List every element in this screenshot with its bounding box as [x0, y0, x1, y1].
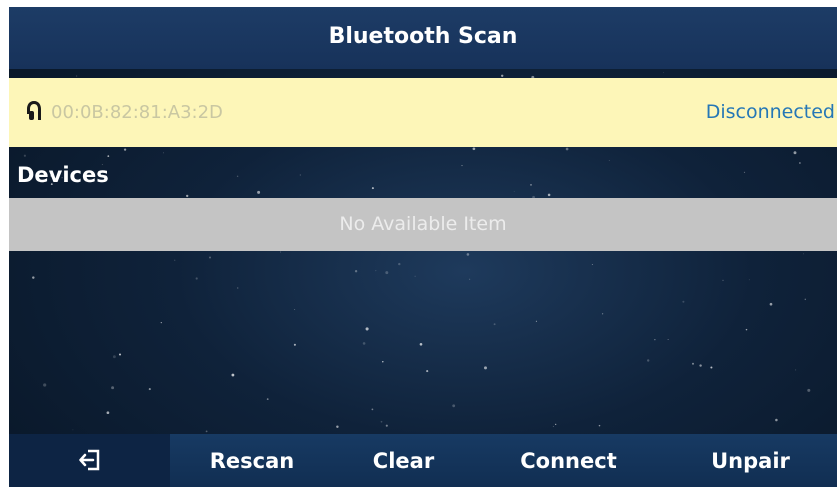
- star: [513, 190, 515, 192]
- star: [552, 425, 554, 428]
- star: [663, 72, 665, 74]
- star: [160, 322, 162, 324]
- star: [608, 160, 610, 161]
- star: [208, 256, 212, 259]
- star: [336, 425, 339, 428]
- star: [682, 300, 685, 303]
- connection-status: Disconnected: [705, 101, 835, 123]
- star: [530, 184, 532, 186]
- page-title: Bluetooth Scan: [9, 7, 837, 69]
- star: [501, 74, 504, 77]
- star: [237, 287, 239, 289]
- star: [231, 373, 235, 377]
- star: [598, 424, 601, 427]
- star: [769, 302, 773, 306]
- back-button[interactable]: [9, 434, 170, 487]
- star: [195, 277, 198, 280]
- star: [807, 388, 811, 392]
- clear-button[interactable]: Clear: [334, 434, 473, 487]
- star: [699, 364, 702, 367]
- star: [419, 342, 423, 346]
- star: [803, 253, 804, 255]
- star: [173, 259, 176, 262]
- star: [743, 171, 746, 174]
- star: [106, 411, 110, 415]
- star: [371, 187, 374, 190]
- star: [205, 430, 208, 433]
- star: [236, 175, 239, 178]
- device-address: 00:0B:82:81:A3:2D: [51, 102, 223, 123]
- star: [591, 263, 593, 265]
- star: [76, 75, 78, 77]
- star: [654, 339, 656, 341]
- unpair-button[interactable]: Unpair: [664, 434, 837, 487]
- star: [493, 323, 496, 326]
- star: [414, 275, 416, 277]
- star: [793, 151, 797, 155]
- star: [72, 429, 74, 431]
- star: [745, 328, 748, 331]
- star: [804, 298, 807, 301]
- star: [32, 276, 35, 279]
- back-icon: [79, 449, 100, 471]
- star: [354, 270, 358, 273]
- star: [111, 386, 115, 390]
- paired-device-row[interactable]: 00:0B:82:81:A3:2D Disconnected: [9, 78, 837, 147]
- star: [601, 313, 604, 315]
- star: [293, 343, 296, 346]
- star: [385, 424, 388, 427]
- star: [472, 147, 476, 151]
- star: [23, 154, 26, 157]
- star: [375, 270, 377, 272]
- star: [299, 174, 301, 176]
- star: [466, 253, 470, 256]
- star: [692, 362, 694, 365]
- star: [112, 355, 116, 359]
- star: [280, 251, 281, 253]
- star: [775, 418, 778, 422]
- star: [362, 342, 366, 345]
- star: [186, 194, 189, 198]
- headset-icon: [27, 101, 41, 120]
- star: [266, 398, 269, 400]
- star: [547, 193, 551, 197]
- star: [452, 404, 456, 408]
- star: [710, 366, 713, 369]
- star: [365, 327, 369, 331]
- star: [382, 360, 384, 363]
- devices-section-label: Devices: [17, 163, 109, 187]
- star: [469, 278, 471, 280]
- star: [257, 190, 261, 194]
- star: [565, 147, 569, 151]
- bluetooth-scan-screen: Bluetooth Scan 00:0B:82:81:A3:2D Disconn…: [9, 7, 837, 487]
- empty-list-placeholder: No Available Item: [9, 198, 837, 251]
- star: [148, 388, 151, 391]
- star: [385, 271, 389, 275]
- softkey-bar: Rescan Clear Connect Unpair: [9, 434, 837, 487]
- connect-button[interactable]: Connect: [473, 434, 664, 487]
- star: [795, 369, 797, 371]
- star: [722, 279, 724, 282]
- star: [484, 366, 487, 370]
- star: [748, 279, 750, 281]
- star: [371, 408, 374, 411]
- star: [426, 370, 429, 373]
- star: [162, 152, 164, 154]
- star: [43, 383, 47, 387]
- star: [555, 423, 557, 425]
- star: [799, 162, 801, 164]
- star: [380, 420, 383, 423]
- star: [123, 148, 127, 151]
- star: [107, 155, 110, 157]
- star: [461, 165, 463, 167]
- star: [535, 320, 537, 322]
- star: [647, 359, 650, 362]
- star: [667, 338, 669, 340]
- star: [294, 309, 296, 311]
- star: [118, 353, 122, 356]
- rescan-button[interactable]: Rescan: [170, 434, 334, 487]
- star: [398, 262, 401, 266]
